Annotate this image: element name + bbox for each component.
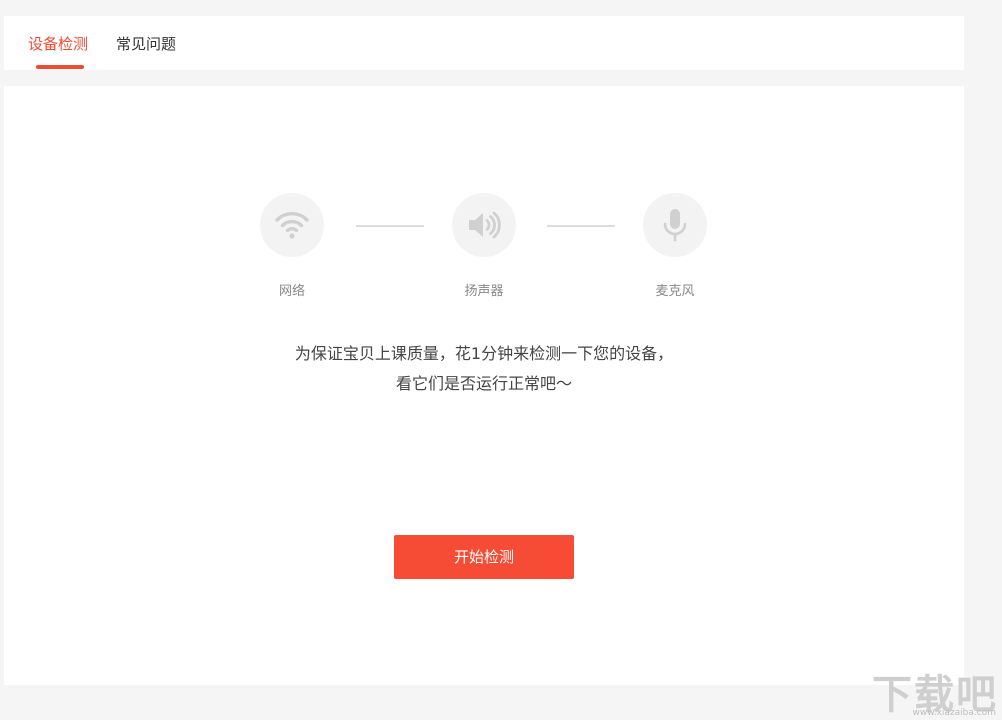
step-connector-1 <box>356 225 424 227</box>
speaker-icon <box>469 211 501 239</box>
tab-bar: 设备检测 常见问题 <box>4 16 964 70</box>
intro-message-line-2: 看它们是否运行正常吧～ <box>395 374 572 393</box>
active-tab-indicator <box>36 65 84 69</box>
step-label-microphone: 麦克风 <box>655 284 695 299</box>
step-network <box>260 193 324 257</box>
device-check-panel: 网络 扬声器 麦克风 为保证宝贝上课质量，花1分钟来检测一下您的设备， 看它们是… <box>4 86 964 685</box>
step-microphone <box>643 193 707 257</box>
wifi-icon <box>275 212 309 239</box>
step-speaker <box>452 193 516 257</box>
start-check-button[interactable]: 开始检测 <box>394 535 574 579</box>
step-label-speaker: 扬声器 <box>464 284 504 299</box>
step-label-network: 网络 <box>278 284 305 299</box>
watermark-logo: 下载吧 www.xiazaiba.com <box>866 662 998 718</box>
tab-device-check[interactable]: 设备检测 <box>28 34 88 54</box>
tab-faq[interactable]: 常见问题 <box>116 34 176 54</box>
microphone-icon <box>663 209 687 242</box>
step-connector-2 <box>547 225 615 227</box>
intro-message-line-1: 为保证宝贝上课质量，花1分钟来检测一下您的设备， <box>294 344 674 363</box>
watermark-url: www.xiazaiba.com <box>912 708 996 718</box>
